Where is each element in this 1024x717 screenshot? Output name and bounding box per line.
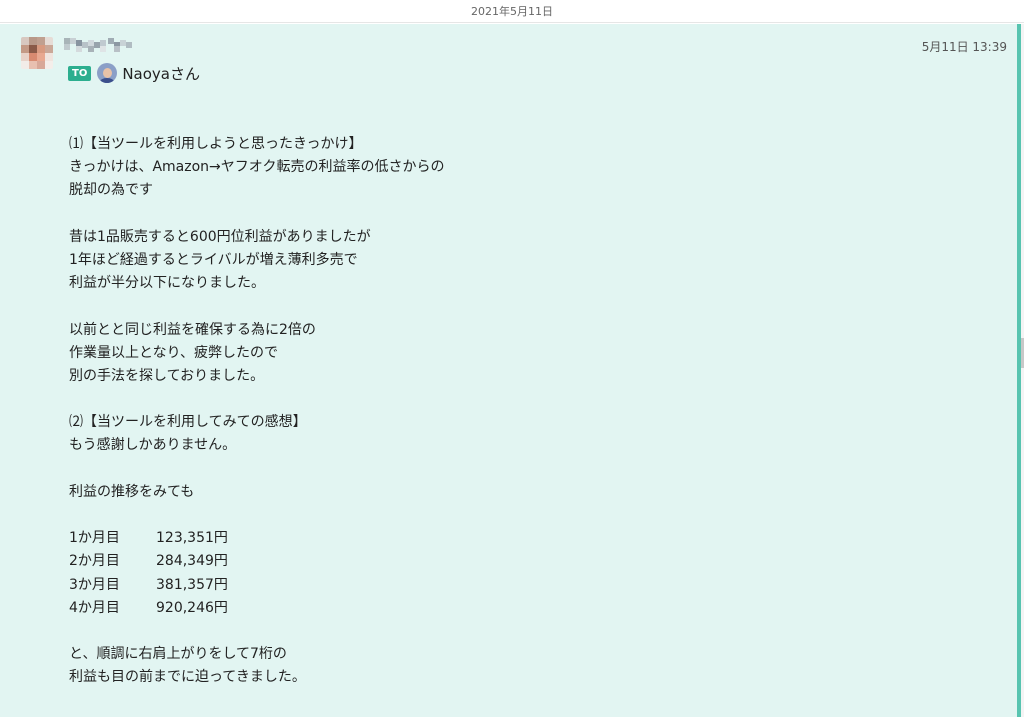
profit-amount: 123,351円 [156,530,228,547]
message-body: ⑴【当ツールを利用しようと思ったきっかけ】 きっかけは、Amazon→ヤフオク転… [69,133,969,690]
profit-row: 1か月目 123,351円 [69,527,969,550]
message-line: ⑵【当ツールを利用してみての感想】 [69,414,307,431]
message-line-blank [69,295,969,318]
message-line: 以前とと同じ利益を確保する為に2倍の [69,321,316,338]
profit-row: 4か月目 920,246円 [69,597,969,620]
to-recipient: TO Naoyaさん [68,63,200,83]
message-line: 1年ほど経過するとライバルが増え薄利多売で [69,251,358,268]
message-line-blank [69,504,969,527]
sender-name-redacted[interactable] [64,36,136,52]
to-badge: TO [68,65,92,81]
message-line-blank [69,203,969,226]
chat-message: 5月11日 13:39 TO Naoyaさん ⑴【当ツールを利用しようと思ったき… [0,24,1017,717]
message-line-blank [69,458,969,481]
recipient-name: Naoyaさん [122,64,200,83]
recipient-avatar[interactable] [97,63,118,83]
profit-row: 2か月目 284,349円 [69,550,969,573]
profit-month: 2か月目 [69,553,120,570]
message-line: きっかけは、Amazon→ヤフオク転売の利益率の低さからの [69,159,445,176]
message-line: 利益の推移をみても [69,483,195,500]
message-line-blank [69,620,969,643]
date-label: 2021年5月11日 [471,5,553,18]
message-line: 利益も目の前までに迫ってきました。 [69,669,306,686]
message-line: 脱却の為です [69,182,153,199]
sender-avatar[interactable] [21,37,53,69]
profit-amount: 284,349円 [156,553,228,570]
profit-amount: 920,246円 [156,599,228,616]
message-line: 昔は1品販売すると600円位利益がありましたが [69,228,371,245]
message-line: もう感謝しかありません。 [69,437,237,454]
message-line: 利益が半分以下になりました。 [69,275,265,292]
message-line: ⑴【当ツールを利用しようと思ったきっかけ】 [69,136,363,152]
profit-month: 3か月目 [69,576,120,593]
profit-month: 4か月目 [69,599,120,616]
profit-row: 3か月目 381,357円 [69,574,969,597]
message-line: と、順調に右肩上がりをして7桁の [69,646,287,663]
date-separator: 2021年5月11日 [0,0,1024,23]
profit-amount: 381,357円 [156,576,228,593]
message-line: 別の手法を探しておりました。 [69,367,265,384]
message-line-blank [69,388,969,411]
profit-month: 1か月目 [69,530,120,547]
message-timestamp: 5月11日 13:39 [921,40,1007,54]
message-line: 作業量以上となり、疲弊したので [69,344,279,361]
